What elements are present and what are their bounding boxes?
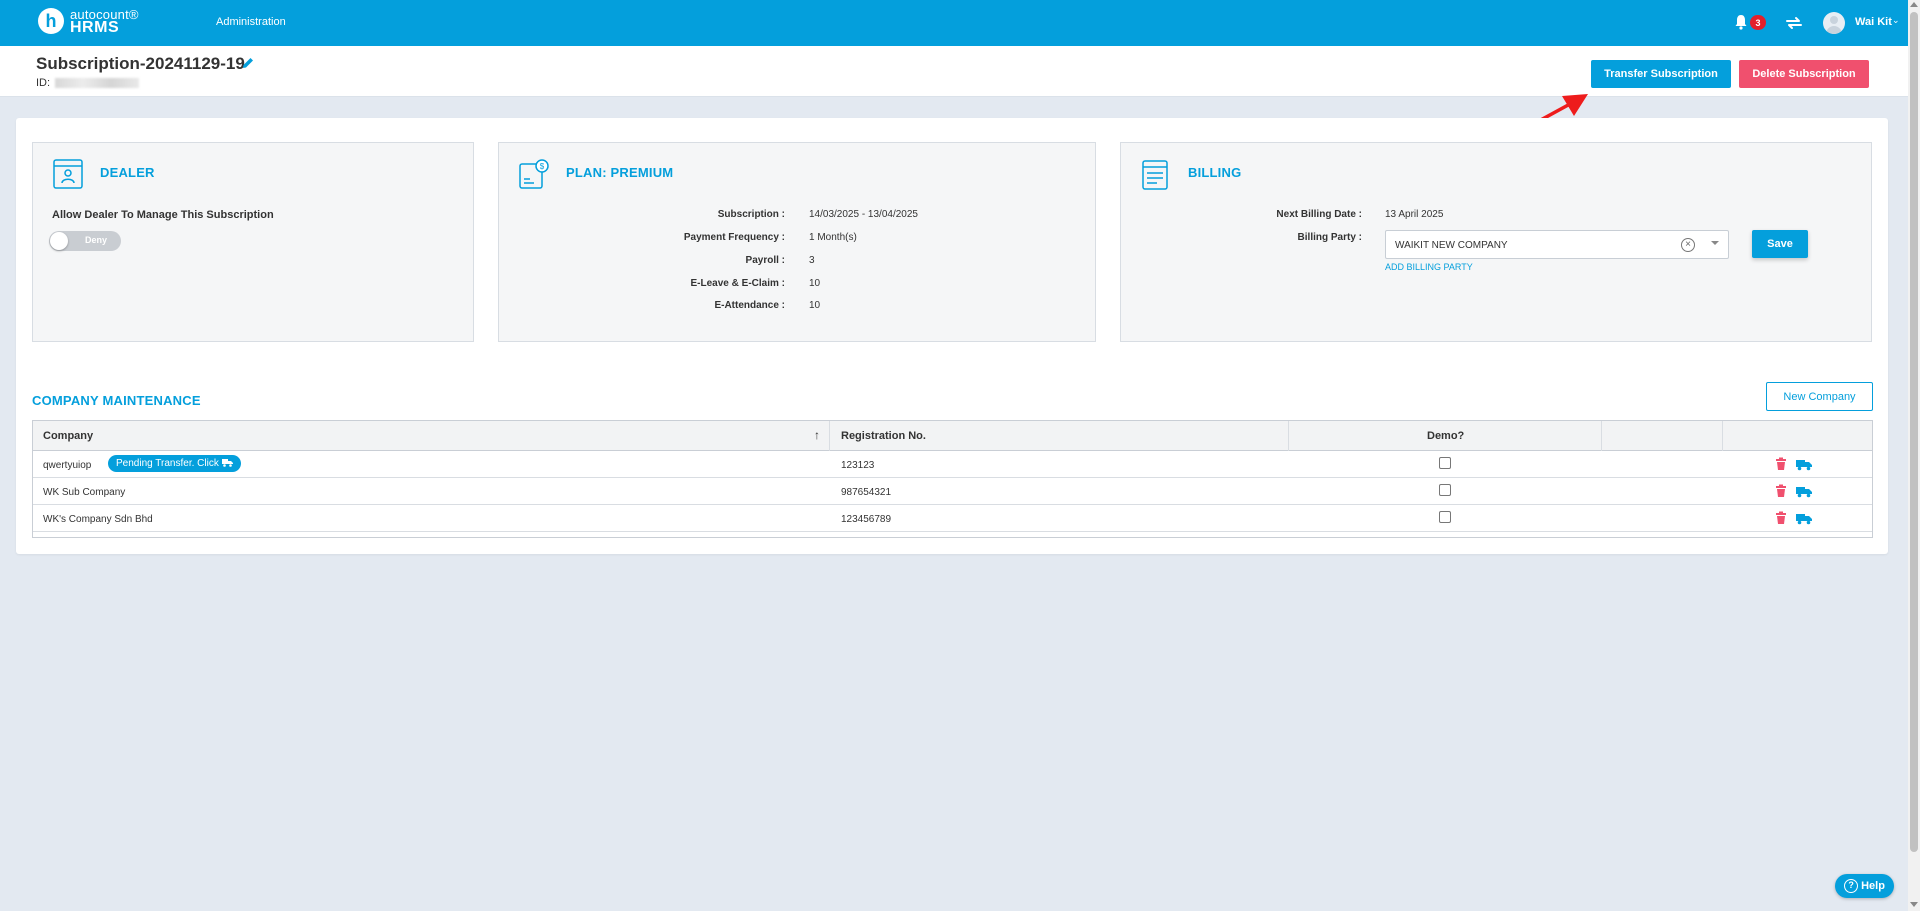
logo-wordmark: autocount® HRMS xyxy=(70,8,139,36)
allow-dealer-toggle[interactable]: Deny xyxy=(49,231,121,251)
demo-checkbox[interactable] xyxy=(1439,484,1451,496)
column-header-registration[interactable]: Registration No. xyxy=(841,430,926,442)
caret-down-icon[interactable] xyxy=(1711,241,1719,245)
registration-no: 123456789 xyxy=(841,514,892,525)
plan-label: Payroll : xyxy=(745,255,785,266)
billing-title: BILLING xyxy=(1188,165,1242,180)
user-avatar[interactable] xyxy=(1823,12,1845,34)
billing-party-value: WAIKIT NEW COMPANY xyxy=(1395,240,1508,251)
dealer-icon xyxy=(53,159,83,189)
scroll-down-arrow-icon[interactable] xyxy=(1910,902,1918,907)
billing-party-label: Billing Party : xyxy=(1297,232,1362,243)
company-name: WK's Company Sdn Bhd xyxy=(43,514,153,525)
toggle-knob xyxy=(50,232,68,250)
truck-icon[interactable] xyxy=(1796,484,1812,498)
pending-transfer-text: Pending Transfer. Click xyxy=(116,458,219,469)
new-company-button[interactable]: New Company xyxy=(1766,382,1873,411)
registration-no: 987654321 xyxy=(841,487,892,498)
id-value-redacted xyxy=(55,78,139,88)
plan-label: Subscription : xyxy=(717,209,785,220)
app-logo[interactable]: h autocount® HRMS xyxy=(38,8,139,36)
chevron-down-icon[interactable]: ⌄ xyxy=(1892,15,1900,26)
truck-icon[interactable] xyxy=(1796,457,1812,471)
truck-icon[interactable] xyxy=(1796,511,1812,525)
pencil-icon[interactable] xyxy=(241,56,255,70)
question-icon: ? xyxy=(1844,879,1859,893)
demo-checkbox[interactable] xyxy=(1439,511,1451,523)
column-divider xyxy=(1722,421,1723,451)
dealer-title: DEALER xyxy=(100,165,155,180)
plan-label: Payment Frequency : xyxy=(683,232,785,243)
toggle-state-label: Deny xyxy=(85,235,108,245)
demo-checkbox[interactable] xyxy=(1439,457,1451,469)
plan-value: 3 xyxy=(809,255,815,266)
scroll-up-arrow-icon[interactable] xyxy=(1910,2,1918,7)
plan-label: E-Leave & E-Claim : xyxy=(690,278,785,289)
svg-text:$: $ xyxy=(540,162,545,171)
logo-product: HRMS xyxy=(70,19,120,36)
scrollbar-thumb[interactable] xyxy=(1910,12,1918,852)
delete-subscription-button[interactable]: Delete Subscription xyxy=(1739,60,1869,88)
truck-icon xyxy=(221,459,233,467)
page-title: Subscription-20241129-19 xyxy=(36,54,245,73)
billing-icon xyxy=(1142,160,1168,190)
notification-badge: 3 xyxy=(1750,15,1766,30)
column-divider xyxy=(1601,421,1602,451)
page-scrollbar[interactable] xyxy=(1908,0,1920,911)
clear-icon[interactable]: × xyxy=(1681,238,1695,252)
company-maintenance-title: COMPANY MAINTENANCE xyxy=(32,393,201,408)
transfer-subscription-button[interactable]: Transfer Subscription xyxy=(1591,60,1731,88)
company-name: WK Sub Company xyxy=(43,487,126,498)
plan-value: 1 Month(s) xyxy=(809,232,857,243)
plan-value: 10 xyxy=(809,278,821,289)
plan-value: 10 xyxy=(809,300,821,311)
table-row: WK's Company Sdn Bhd 123456789 xyxy=(33,505,1872,532)
nav-administration[interactable]: Administration xyxy=(216,16,286,28)
sync-icon[interactable] xyxy=(1784,13,1804,33)
user-name[interactable]: Wai Kit xyxy=(1855,16,1892,28)
help-button[interactable]: ? Help xyxy=(1835,874,1894,898)
column-divider xyxy=(829,421,830,451)
save-button[interactable]: Save xyxy=(1752,230,1808,258)
pending-transfer-badge[interactable]: Pending Transfer. Click xyxy=(108,455,241,472)
company-name: qwertyuiop xyxy=(43,460,92,471)
trash-icon[interactable] xyxy=(1774,511,1788,525)
company-table: Company ↑ Registration No. Demo? qwertyu… xyxy=(32,420,1873,538)
add-billing-party-link[interactable]: ADD BILLING PARTY xyxy=(1385,262,1473,272)
registration-no: 123123 xyxy=(841,460,875,471)
column-header-demo[interactable]: Demo? xyxy=(1427,430,1464,442)
table-row: qwertyuiop Pending Transfer. Click 12312… xyxy=(33,451,1872,478)
trash-icon[interactable] xyxy=(1774,457,1788,471)
logo-mark: h xyxy=(38,8,64,34)
top-navbar: h autocount® HRMS Administration 3 Wai K… xyxy=(0,0,1908,46)
plan-icon: $ xyxy=(519,159,549,189)
column-divider xyxy=(1288,421,1289,451)
plan-title: PLAN: PREMIUM xyxy=(566,165,674,180)
column-header-company[interactable]: Company xyxy=(43,430,93,442)
plan-label: E-Attendance : xyxy=(714,300,785,311)
sort-arrow-icon[interactable]: ↑ xyxy=(814,428,820,442)
table-header: Company ↑ Registration No. Demo? xyxy=(33,421,1872,451)
id-label: ID: xyxy=(36,77,51,89)
help-label: Help xyxy=(1861,880,1885,892)
allow-dealer-label: Allow Dealer To Manage This Subscription xyxy=(52,209,274,221)
plan-value: 14/03/2025 - 13/04/2025 xyxy=(809,209,918,220)
next-billing-label: Next Billing Date : xyxy=(1276,209,1362,220)
billing-party-select[interactable]: WAIKIT NEW COMPANY × xyxy=(1385,230,1729,259)
next-billing-value: 13 April 2025 xyxy=(1385,209,1444,220)
bell-icon[interactable] xyxy=(1734,14,1748,30)
trash-icon[interactable] xyxy=(1774,484,1788,498)
table-row: WK Sub Company 987654321 xyxy=(33,478,1872,505)
